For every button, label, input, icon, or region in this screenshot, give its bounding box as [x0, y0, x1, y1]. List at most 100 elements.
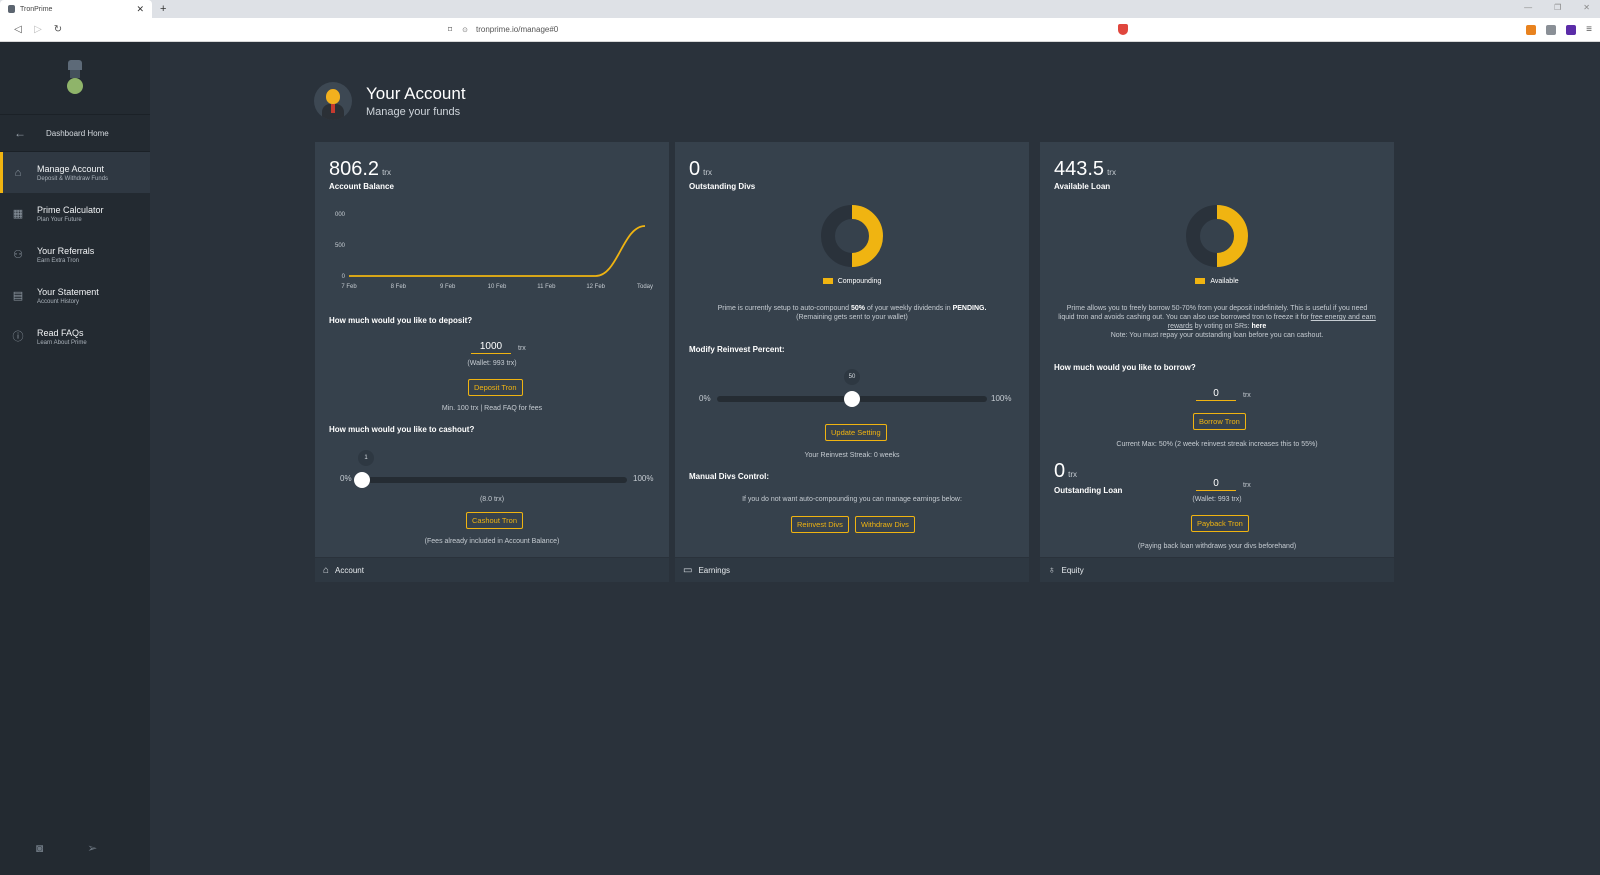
balance-series-line — [349, 225, 646, 277]
tronprime-logo[interactable] — [66, 60, 84, 96]
borrow-tron-button[interactable]: Borrow Tron — [1193, 413, 1246, 430]
bank-icon: ⌂ — [323, 564, 330, 576]
close-window-icon[interactable]: ✕ — [1583, 3, 1590, 12]
payback-unit: trx — [1243, 482, 1251, 489]
x-tick-label: 8 Feb — [391, 284, 407, 290]
sidebar-item-sub: Deposit & Withdraw Funds — [37, 175, 109, 182]
cashout-fee-note: (Fees already included in Account Balanc… — [424, 538, 560, 545]
arrow-left-icon: ← — [14, 126, 26, 140]
url-text: tronprime.io/manage#0 — [475, 25, 559, 34]
cashout-tron-button[interactable]: Cashout Tron — [466, 512, 524, 529]
sidebar-item-manage-account[interactable]: ⌂ Manage Account Deposit & Withdraw Fund… — [0, 152, 150, 193]
y-tick-label: 0 — [342, 274, 346, 280]
sidebar-item-title: Your Referrals — [37, 245, 95, 256]
browser-tab[interactable]: TronPrime ✕ — [0, 0, 152, 18]
cashout-slider-max: 100% — [633, 474, 654, 483]
footer-label: Account — [335, 565, 364, 575]
modify-reinvest-label: Modify Reinvest Percent: — [689, 345, 785, 354]
payback-tron-button[interactable]: Payback Tron — [1191, 515, 1249, 532]
metamask-icon[interactable] — [1526, 24, 1537, 35]
cashout-slider-thumb[interactable] — [353, 472, 370, 488]
borrow-unit: trx — [1243, 392, 1251, 399]
forward-icon[interactable]: ▷ — [28, 24, 48, 35]
reinvest-slider-value: 50 — [844, 369, 860, 385]
cashout-slider-track[interactable] — [359, 477, 627, 483]
deposit-tron-button[interactable]: Deposit Tron — [468, 379, 523, 396]
update-setting-button[interactable]: Update Setting — [825, 424, 887, 441]
sidebar-item-your-referrals[interactable]: ⚇ Your Referrals Earn Extra Tron — [0, 234, 150, 275]
sidebar-item-prime-calculator[interactable]: ▦ Prime Calculator Plan Your Future — [0, 193, 150, 234]
footer-label: Equity — [1061, 565, 1084, 575]
sidebar-item-your-statement[interactable]: ▤ Your Statement Account History — [0, 275, 150, 316]
info-icon: ⓘ — [12, 330, 24, 343]
y-tick-label: 1000 — [335, 212, 346, 218]
back-icon[interactable]: ◁ — [8, 24, 28, 35]
bookmark-icon[interactable]: ⌑ — [448, 25, 452, 34]
new-tab-icon[interactable]: + — [160, 0, 166, 18]
deposit-wallet-note: (Wallet: 993 trx) — [467, 360, 517, 367]
browser-tabbar: TronPrime ✕ + — ❐ ✕ — [0, 0, 1600, 18]
page-header: Your Account Manage your funds — [314, 82, 466, 120]
withdraw-divs-button[interactable]: Withdraw Divs — [855, 516, 915, 533]
address-bar[interactable]: ⌑ ⊙ tronprime.io/manage#0 — [448, 21, 1128, 39]
compounding-slice — [851, 205, 883, 267]
loan-info: Prime allows you to freely borrow 50-70%… — [1058, 305, 1376, 339]
browser-toolbar: ◁ ▷ ↻ ⌑ ⊙ tronprime.io/manage#0 ≡ — [0, 18, 1600, 42]
deposit-min-note: Min. 100 trx | Read FAQ for fees — [441, 405, 543, 412]
app: ← Dashboard Home ⌂ Manage Account Deposi… — [0, 42, 1600, 875]
dashboard-home-link[interactable]: ← Dashboard Home — [0, 115, 150, 152]
sidebar-item-read-faqs[interactable]: ⓘ Read FAQs Learn About Prime — [0, 316, 150, 357]
x-tick-label: 7 Feb — [341, 284, 357, 290]
close-tab-icon[interactable]: ✕ — [136, 4, 144, 15]
account-card: 806.2trx Account Balance 1000 500 0 7 Feb 8 … — [315, 142, 669, 582]
payback-note: (Paying back loan withdraws your divs be… — [1137, 543, 1297, 550]
payback-amount-input[interactable]: 0 — [1196, 478, 1236, 491]
sidebar-item-sub: Learn About Prime — [37, 339, 87, 346]
page-title: Your Account — [366, 84, 466, 103]
cashout-slider-value: 1 — [358, 450, 374, 466]
manual-divs-note: If you do not want auto-compounding you … — [742, 496, 962, 503]
telegram-icon[interactable]: ➢ — [87, 841, 97, 855]
legend-label: Available — [1210, 278, 1239, 285]
sidebar-item-title: Your Statement — [37, 286, 99, 297]
remaining-slice — [1186, 205, 1218, 267]
sidebar-item-title: Prime Calculator — [37, 204, 104, 215]
reinvest-divs-button[interactable]: Reinvest Divs — [791, 516, 849, 533]
sidebar-item-title: Manage Account — [37, 163, 105, 174]
borrow-amount-input[interactable]: 0 — [1196, 388, 1236, 401]
restore-icon[interactable]: ❐ — [1554, 3, 1561, 12]
reinvest-slider-min: 0% — [699, 394, 711, 403]
borrow-question: How much would you like to borrow? — [1054, 363, 1196, 372]
x-tick-label: 10 Feb — [488, 284, 507, 290]
tronlink-icon[interactable] — [1566, 24, 1577, 35]
equity-card-footer: ♁ Equity — [1040, 557, 1394, 582]
account-card-footer: ⌂ Account — [315, 557, 669, 582]
manual-divs-label: Manual Divs Control: — [689, 472, 770, 481]
reinvest-slider-thumb[interactable] — [844, 391, 860, 407]
document-icon: ▤ — [12, 289, 24, 302]
page-subtitle: Manage your funds — [366, 106, 461, 118]
reload-icon[interactable]: ↻ — [48, 24, 68, 35]
wallet-icon: ▭ — [683, 564, 693, 576]
x-tick-label: Today — [637, 284, 653, 290]
menu-icon[interactable]: ≡ — [1586, 24, 1592, 35]
discord-icon[interactable]: ◙ — [36, 841, 43, 855]
extension-icon[interactable] — [1546, 24, 1557, 35]
available-donut-chart — [1186, 205, 1248, 267]
sidebar-item-sub: Earn Extra Tron — [37, 257, 80, 264]
cashout-amount: (8.0 trx) — [479, 496, 505, 503]
money-bag-icon: ♁ — [1048, 564, 1056, 576]
deposit-unit: trx — [518, 345, 526, 352]
social-links: ◙ ➢ — [36, 841, 97, 855]
tab-title: TronPrime — [20, 5, 53, 13]
sidebar-item-sub: Plan Your Future — [37, 216, 82, 223]
minimize-icon[interactable]: — — [1524, 3, 1532, 12]
balance-line-chart: 1000 500 0 7 Feb 8 Feb 9 Feb 10 Feb 11 Feb 12 Fe… — [335, 212, 653, 290]
outstanding-loan-value: 0 trx — [1054, 460, 1078, 482]
x-tick-label: 12 Feb — [586, 284, 605, 290]
reinvest-slider-max: 100% — [991, 394, 1012, 403]
deposit-amount-input[interactable]: 1000 — [471, 341, 511, 354]
lock-icon: ⊙ — [462, 26, 468, 34]
brave-shield-icon[interactable] — [1118, 24, 1128, 35]
main-content: Your Account Manage your funds 806.2 trx … — [150, 42, 1600, 875]
